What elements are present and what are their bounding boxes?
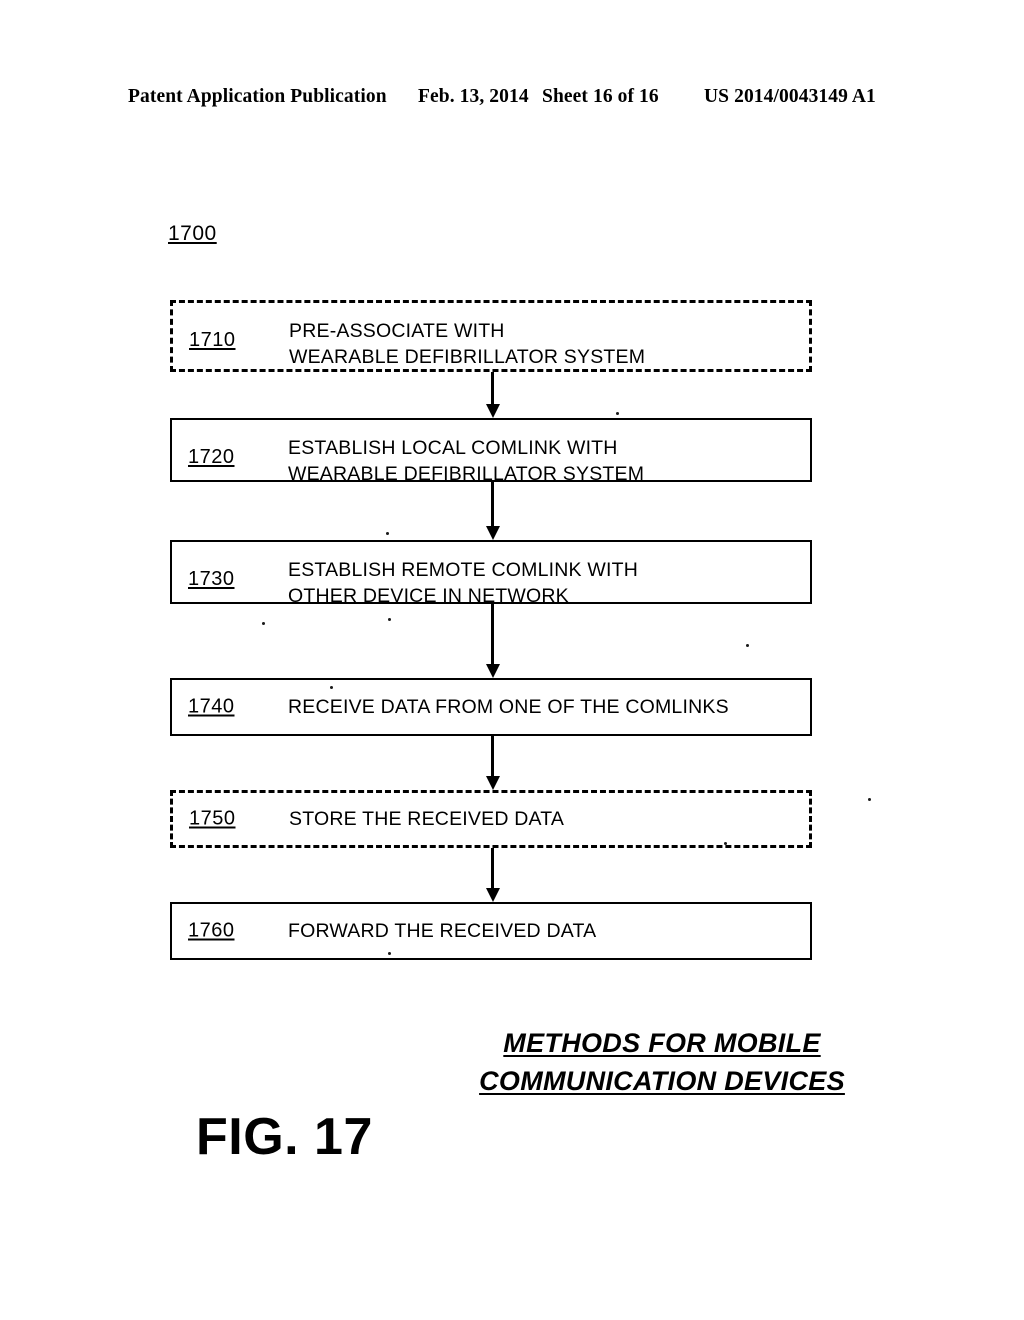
flow-step-1720-label: ESTABLISH LOCAL COMLINK WITH WEARABLE DE… bbox=[288, 437, 645, 485]
flow-connector-1720-to-1730 bbox=[486, 482, 500, 540]
scan-speckle bbox=[388, 952, 391, 955]
scan-speckle bbox=[868, 798, 871, 801]
flow-step-1710-reference: 1710 bbox=[189, 329, 236, 351]
connector-stem bbox=[491, 604, 494, 664]
arrow-head-icon bbox=[486, 526, 500, 540]
figure-number-label: FIG. 17 bbox=[196, 1108, 373, 1166]
flow-step-1740-label: RECEIVE DATA FROM ONE OF THE COMLINKS bbox=[288, 696, 729, 718]
flow-step-1730-reference: 1730 bbox=[188, 568, 235, 590]
flow-step-1750-reference: 1750 bbox=[189, 807, 236, 830]
scan-speckle bbox=[262, 622, 265, 625]
figure-caption: METHODS FOR MOBILE COMMUNICATION DEVICES bbox=[452, 1024, 872, 1100]
flow-step-1740: 1740 RECEIVE DATA FROM ONE OF THE COMLIN… bbox=[170, 678, 812, 736]
arrow-head-icon bbox=[486, 888, 500, 902]
flow-connector-1750-to-1760 bbox=[486, 848, 500, 902]
scan-speckle bbox=[724, 842, 727, 845]
connector-stem bbox=[491, 736, 494, 776]
flow-step-1720-reference: 1720 bbox=[188, 446, 235, 468]
flow-connector-1710-to-1720 bbox=[486, 372, 500, 418]
flow-step-1740-reference: 1740 bbox=[188, 695, 235, 718]
flow-connector-1740-to-1750 bbox=[486, 736, 500, 790]
flow-step-1710-label: PRE-ASSOCIATE WITH WEARABLE DEFIBRILLATO… bbox=[289, 320, 646, 368]
page-header: Patent Application Publication Feb. 13, … bbox=[128, 86, 896, 112]
connector-stem bbox=[491, 848, 494, 888]
connector-stem bbox=[491, 372, 494, 404]
scan-speckle bbox=[388, 618, 391, 621]
arrow-head-icon bbox=[486, 776, 500, 790]
flow-step-1730: 1730 ESTABLISH REMOTE COMLINK WITH OTHER… bbox=[170, 540, 812, 607]
flow-step-1750: 1750 STORE THE RECEIVED DATA bbox=[170, 790, 812, 848]
arrow-head-icon bbox=[486, 664, 500, 678]
arrow-head-icon bbox=[486, 404, 500, 418]
figure-caption-line-2: COMMUNICATION DEVICES bbox=[479, 1066, 845, 1096]
flow-step-1760-label: FORWARD THE RECEIVED DATA bbox=[288, 920, 597, 942]
header-document-number: US 2014/0043149 A1 bbox=[704, 86, 876, 107]
figure-caption-line-1: METHODS FOR MOBILE bbox=[503, 1028, 821, 1058]
flow-step-1760: 1760 FORWARD THE RECEIVED DATA bbox=[170, 902, 812, 960]
scan-speckle bbox=[616, 412, 619, 415]
header-date-label: Feb. 13, 2014 bbox=[418, 86, 529, 107]
flow-connector-1730-to-1740 bbox=[486, 604, 500, 678]
flow-step-1720: 1720 ESTABLISH LOCAL COMLINK WITH WEARAB… bbox=[170, 418, 812, 485]
figure-root-reference-number: 1700 bbox=[168, 222, 217, 245]
flow-step-1750-label: STORE THE RECEIVED DATA bbox=[289, 808, 565, 830]
flow-step-1710: 1710 PRE-ASSOCIATE WITH WEARABLE DEFIBRI… bbox=[170, 300, 812, 372]
header-publication-label: Patent Application Publication bbox=[128, 86, 387, 107]
scan-speckle bbox=[330, 686, 333, 689]
flow-step-1760-reference: 1760 bbox=[188, 919, 235, 942]
flow-step-1730-label: ESTABLISH REMOTE COMLINK WITH OTHER DEVI… bbox=[288, 559, 638, 607]
scan-speckle bbox=[746, 644, 749, 647]
header-sheet-label: Sheet 16 of 16 bbox=[542, 86, 659, 107]
connector-stem bbox=[491, 482, 494, 526]
scan-speckle bbox=[386, 532, 389, 535]
